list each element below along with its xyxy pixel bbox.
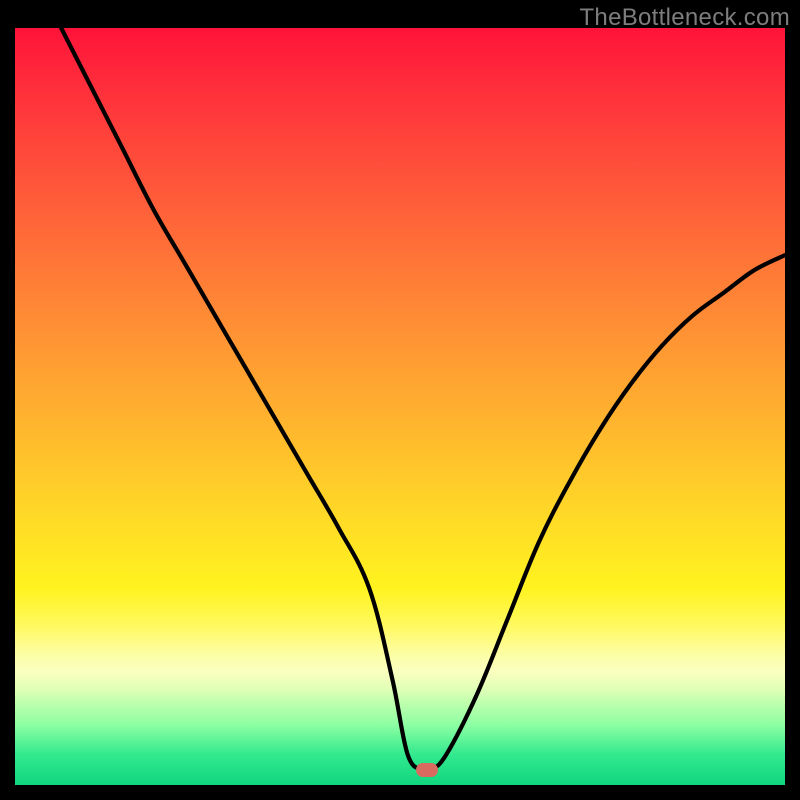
plot-area <box>15 28 785 785</box>
bottleneck-curve-path <box>61 28 785 772</box>
watermark-text: TheBottleneck.com <box>579 4 790 32</box>
chart-stage: TheBottleneck.com <box>0 0 800 800</box>
bottleneck-curve <box>15 28 785 785</box>
